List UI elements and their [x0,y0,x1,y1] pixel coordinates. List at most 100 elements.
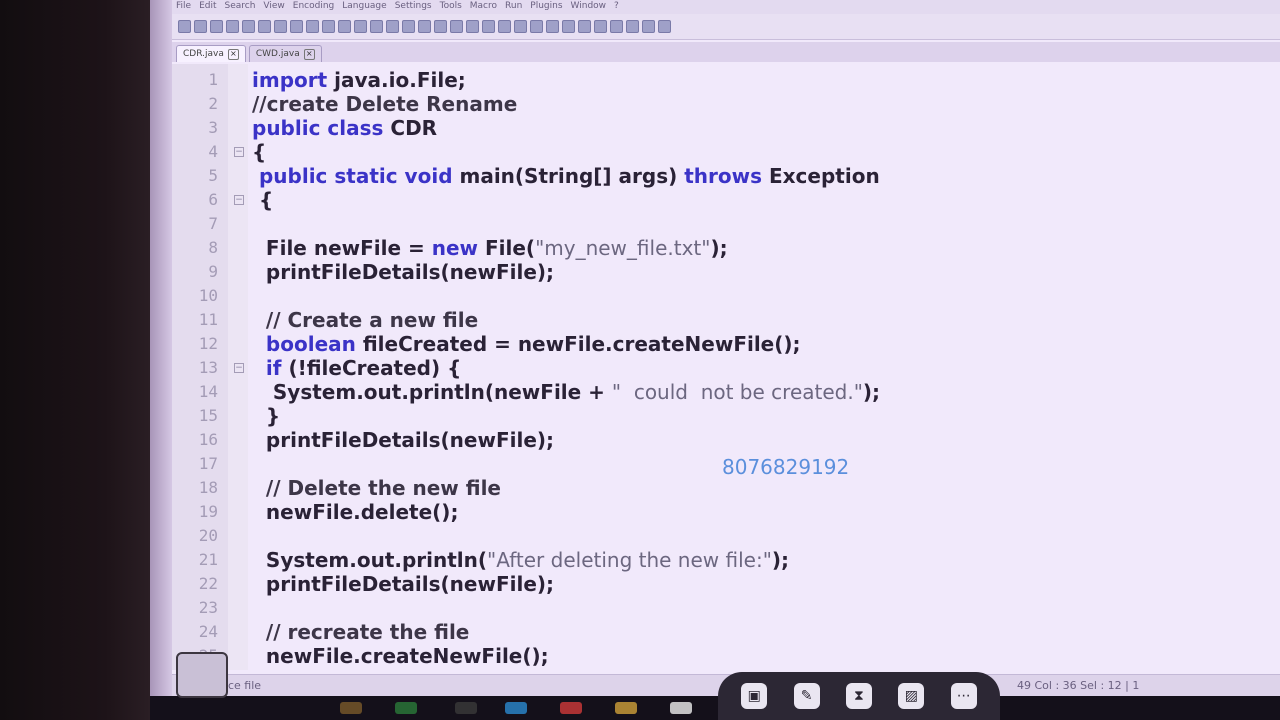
menu-item-window[interactable]: Window [567,0,611,12]
redo-icon[interactable] [354,20,367,33]
folder-workspace-icon[interactable] [562,20,575,33]
close-all-icon[interactable] [258,20,271,33]
line-number: 19 [198,502,218,521]
taskbar-app-7[interactable] [670,702,692,714]
code-line[interactable]: 8 File newFile = new File("my_new_file.t… [172,236,1280,260]
corner-overlay-button[interactable] [176,652,228,698]
code-token: //create Delete Rename [252,92,518,116]
menu-item-tools[interactable]: Tools [436,0,466,12]
code-line[interactable]: 13 − if (!fileCreated) { [172,356,1280,380]
code-line[interactable]: 14 System.out.println(newFile + " could … [172,380,1280,404]
code-line[interactable]: 11 // Create a new file [172,308,1280,332]
save-macro-icon[interactable] [658,20,671,33]
close-icon[interactable] [242,20,255,33]
code-text: newFile.createNewFile(); [252,644,549,668]
code-line[interactable]: 3 public class CDR [172,116,1280,140]
fold-minus-icon[interactable]: − [234,363,244,373]
tab-0[interactable]: CDR.java × [176,45,246,62]
taskbar-app-4[interactable] [505,702,527,714]
menu-item-plugins[interactable]: Plugins [526,0,566,12]
monitor-icon[interactable] [578,20,591,33]
code-line[interactable]: 23 [172,596,1280,620]
code-line[interactable]: 15 } [172,404,1280,428]
sync-v-icon[interactable] [434,20,447,33]
fold-minus-icon[interactable]: − [234,147,244,157]
replace-icon[interactable] [386,20,399,33]
taskbar-app-5[interactable] [560,702,582,714]
menu-item-view[interactable]: View [259,0,288,12]
play-icon[interactable] [626,20,639,33]
code-text: } [252,404,280,428]
code-line[interactable]: 12 boolean fileCreated = newFile.createN… [172,332,1280,356]
code-line[interactable]: 10 [172,284,1280,308]
open-icon[interactable] [194,20,207,33]
code-token: ); [771,548,790,572]
doc-map-icon[interactable] [530,20,543,33]
code-line[interactable]: 2 //create Delete Rename [172,92,1280,116]
code-editor[interactable]: 1 import java.io.File; 2 //create Delete Re… [172,64,1280,670]
menu-item-macro[interactable]: Macro [466,0,501,12]
menu-item-search[interactable]: Search [221,0,260,12]
new-icon[interactable] [178,20,191,33]
code-text: boolean fileCreated = newFile.createNewF… [252,332,801,356]
stop-icon[interactable] [610,20,623,33]
taskbar-app-6[interactable] [615,702,637,714]
run-multiple-icon[interactable] [642,20,655,33]
code-token: newFile.createNewFile(); [252,644,549,668]
code-text: File newFile = new File("my_new_file.txt… [252,236,728,260]
zoom-in-icon[interactable] [402,20,415,33]
draw-icon[interactable]: ✎ [793,683,820,709]
function-list-icon[interactable] [546,20,559,33]
timer-icon[interactable]: ⧗ [845,683,872,709]
indent-guide-icon[interactable] [498,20,511,33]
save-all-icon[interactable] [226,20,239,33]
taskbar-app-2[interactable] [395,702,417,714]
code-line[interactable]: 19 newFile.delete(); [172,500,1280,524]
code-line[interactable]: 22 printFileDetails(newFile); [172,572,1280,596]
undo-icon[interactable] [338,20,351,33]
paste-icon[interactable] [322,20,335,33]
all-chars-icon[interactable] [482,20,495,33]
menu-item-edit[interactable]: Edit [195,0,220,12]
save-icon[interactable] [210,20,223,33]
more-icon[interactable]: ⋯ [950,683,977,709]
menu-item-language[interactable]: Language [338,0,390,12]
gallery-icon[interactable]: ▨ [898,683,925,709]
cut-icon[interactable] [290,20,303,33]
code-line[interactable]: 7 [172,212,1280,236]
code-line[interactable]: 4 −{ [172,140,1280,164]
sync-h-icon[interactable] [450,20,463,33]
code-line[interactable]: 9 printFileDetails(newFile); [172,260,1280,284]
wrap-icon[interactable] [466,20,479,33]
menu-item-settings[interactable]: Settings [391,0,436,12]
udl-icon[interactable] [514,20,527,33]
code-line[interactable]: 16 printFileDetails(newFile); [172,428,1280,452]
menu-item-file[interactable]: File [172,0,195,12]
menu-item-encoding[interactable]: Encoding [289,0,338,12]
fold-minus-icon[interactable]: − [234,195,244,205]
code-line[interactable]: 5 public static void main(String[] args)… [172,164,1280,188]
menu-item-q[interactable]: ? [610,0,623,12]
copy-icon[interactable] [306,20,319,33]
close-icon[interactable]: × [227,48,239,60]
monitor-bezel-edge [150,0,174,720]
zoom-out-icon[interactable] [418,20,431,33]
print-icon[interactable] [274,20,287,33]
code-text: System.out.println("After deleting the n… [252,548,789,572]
code-line[interactable]: 21 System.out.println("After deleting th… [172,548,1280,572]
taskbar-app-3[interactable] [455,702,477,714]
menu-item-run[interactable]: Run [501,0,526,12]
find-icon[interactable] [370,20,383,33]
code-text: // recreate the file [252,620,469,644]
taskbar-app-1[interactable] [340,702,362,714]
record-icon[interactable] [594,20,607,33]
code-line[interactable]: 25 newFile.createNewFile(); [172,644,1280,668]
code-line[interactable]: 20 [172,524,1280,548]
tab-1[interactable]: CWD.java × [248,45,322,62]
code-line[interactable]: 1 import java.io.File; [172,68,1280,92]
close-icon[interactable]: × [303,48,315,60]
code-line[interactable]: 18 // Delete the new file [172,476,1280,500]
code-line[interactable]: 24 // recreate the file [172,620,1280,644]
code-line[interactable]: 6 − { [172,188,1280,212]
screenshot-icon[interactable]: ▣ [741,683,768,709]
